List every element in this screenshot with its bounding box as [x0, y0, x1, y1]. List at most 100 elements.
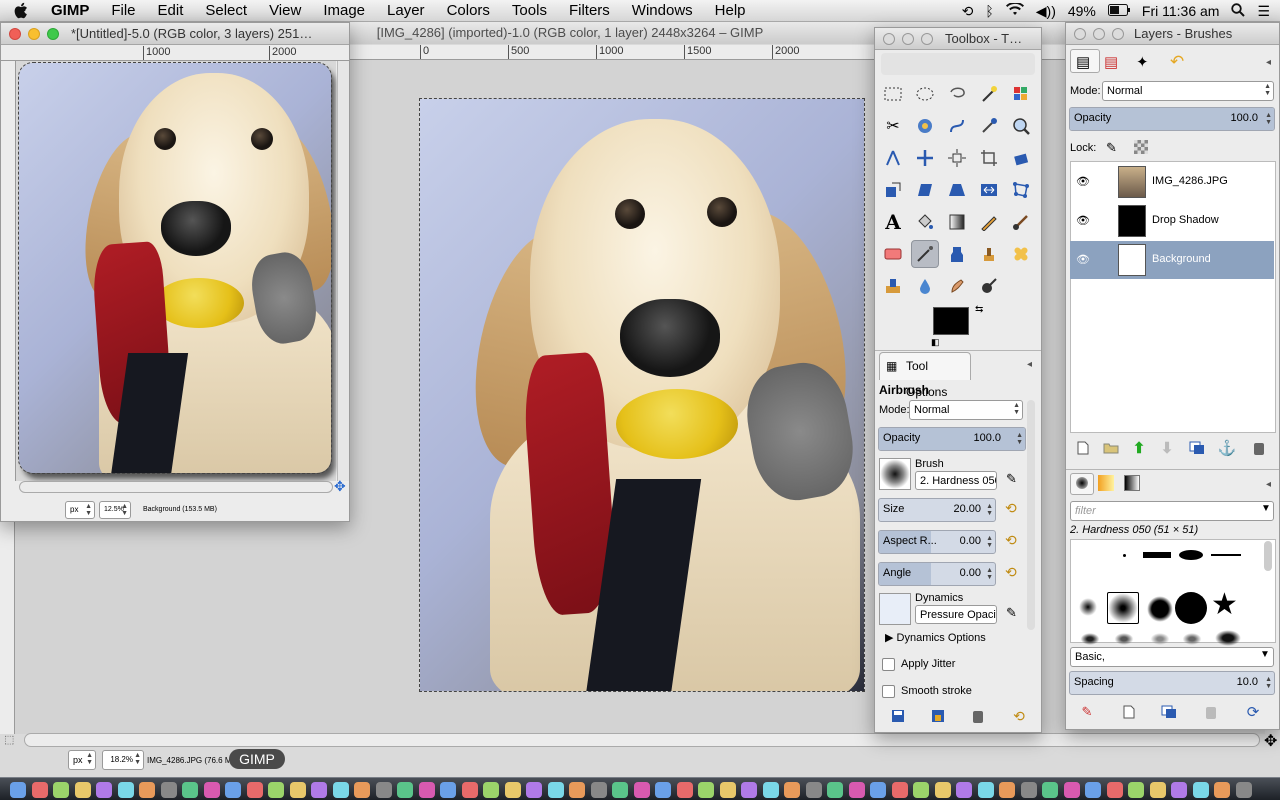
dock-app-icon[interactable] — [225, 782, 241, 798]
heal-icon[interactable] — [1007, 240, 1035, 268]
dock-app-icon[interactable] — [569, 782, 585, 798]
menu-view[interactable]: View — [258, 0, 312, 22]
delete-layer-icon[interactable] — [1248, 437, 1270, 459]
app-menu[interactable]: GIMP — [40, 0, 100, 22]
eraser-icon[interactable] — [879, 240, 907, 268]
brush-set-dropdown-icon[interactable]: ▼ — [1260, 649, 1270, 660]
bluetooth-icon[interactable]: ᛒ — [985, 3, 993, 19]
restore-options-icon[interactable] — [927, 705, 949, 727]
layer-row[interactable]: 👁 Drop Shadow — [1070, 202, 1274, 240]
minimize-button[interactable] — [902, 33, 914, 45]
new-layer-icon[interactable] — [1072, 437, 1094, 459]
dock-app-icon[interactable] — [182, 782, 198, 798]
shear-icon[interactable] — [911, 176, 939, 204]
menu-colors[interactable]: Colors — [436, 0, 501, 22]
edit-dynamics-icon[interactable]: ✎ — [1006, 605, 1017, 621]
foreground-select-icon[interactable] — [911, 112, 939, 140]
dock-app-icon[interactable] — [289, 782, 306, 798]
clock[interactable]: Fri 11:36 am — [1142, 3, 1220, 19]
dock-app-icon[interactable] — [268, 782, 284, 798]
dock-app-icon[interactable] — [53, 782, 69, 798]
dock-app-icon[interactable] — [203, 782, 220, 798]
ellipse-select-icon[interactable] — [911, 80, 939, 108]
dock-app-icon[interactable] — [1085, 782, 1101, 798]
reset-angle-icon[interactable]: ⟲ — [1005, 564, 1017, 581]
star-brush-icon[interactable]: ★ — [1211, 590, 1238, 620]
dock-app-icon[interactable] — [1171, 782, 1187, 798]
dock-app-icon[interactable] — [10, 782, 26, 798]
ink-icon[interactable] — [943, 240, 971, 268]
menu-filters[interactable]: Filters — [558, 0, 621, 22]
cage-transform-icon[interactable] — [1007, 176, 1035, 204]
battery-icon[interactable] — [1107, 3, 1130, 19]
delete-options-icon[interactable] — [967, 705, 989, 727]
color-picker-icon[interactable] — [975, 112, 1003, 140]
close-button[interactable] — [9, 28, 21, 40]
mode-select[interactable]: Normal ▲ ▼ — [909, 400, 1023, 420]
quick-mask-icon[interactable]: ⬚ — [4, 733, 14, 746]
untitled-horizontal-scrollbar[interactable] — [19, 481, 333, 493]
lasso-select-icon[interactable] — [943, 80, 971, 108]
apple-menu-icon[interactable] — [0, 0, 40, 22]
paintbrush-icon[interactable] — [1007, 208, 1035, 236]
perspective-clone-icon[interactable] — [879, 272, 907, 300]
dock-app-icon[interactable] — [1192, 782, 1209, 798]
reset-aspect-icon[interactable]: ⟲ — [1005, 532, 1017, 549]
duplicate-brush-icon[interactable] — [1158, 701, 1180, 723]
dock-app-icon[interactable] — [590, 782, 607, 798]
volume-icon[interactable]: ◀)) — [1036, 3, 1056, 20]
dock-app-icon[interactable] — [913, 782, 929, 798]
smooth-stroke-checkbox[interactable] — [882, 685, 895, 698]
dock-app-icon[interactable] — [784, 782, 800, 798]
menu-layer[interactable]: Layer — [376, 0, 436, 22]
spacing-slider[interactable]: Spacing 10.0 ▲ ▼ — [1069, 671, 1275, 695]
dock-app-icon[interactable] — [848, 782, 865, 798]
dock-app-icon[interactable] — [655, 782, 671, 798]
brush-filter-input[interactable]: filter — [1070, 501, 1274, 521]
visibility-eye-icon[interactable]: 👁 — [1076, 214, 1090, 227]
spotlight-icon[interactable] — [1231, 2, 1246, 20]
layers-mode-select[interactable]: Normal ▲ ▼ — [1102, 81, 1274, 101]
zoom-button[interactable] — [47, 28, 59, 40]
filter-dropdown-icon[interactable]: ▼ — [1261, 503, 1271, 514]
dock-app-icon[interactable] — [827, 782, 843, 798]
close-button[interactable] — [1074, 28, 1086, 40]
brush-preview[interactable] — [879, 458, 911, 490]
dock-app-icon[interactable] — [504, 782, 521, 798]
reset-size-icon[interactable]: ⟲ — [1005, 500, 1017, 517]
tab-tool-options[interactable]: ▦ Tool Options — [879, 352, 971, 399]
zoom-button[interactable] — [921, 33, 933, 45]
dock-app-icon[interactable] — [1020, 782, 1037, 798]
duplicate-layer-icon[interactable] — [1186, 437, 1208, 459]
dock-app-icon[interactable] — [870, 782, 886, 798]
minimize-button[interactable] — [1093, 28, 1105, 40]
dock-app-icon[interactable] — [246, 782, 263, 798]
edit-brush-icon[interactable]: ✎ — [1076, 701, 1098, 723]
dodge-burn-icon[interactable] — [975, 272, 1003, 300]
lock-pixels-icon[interactable]: ✎ — [1106, 140, 1117, 156]
new-layer-group-icon[interactable] — [1100, 437, 1122, 459]
untitled-horizontal-ruler[interactable]: 1000 2000 — [1, 46, 349, 61]
menu-file[interactable]: File — [100, 0, 146, 22]
brush-grid[interactable]: ★ — [1070, 539, 1276, 646]
lock-alpha-icon[interactable] — [1134, 140, 1148, 154]
dock-app-icon[interactable] — [719, 782, 736, 798]
opacity-slider[interactable]: Opacity 100.0 ▲ ▼ — [878, 427, 1026, 451]
dock-app-icon[interactable] — [96, 782, 112, 798]
notification-center-icon[interactable]: ☰ — [1257, 3, 1270, 20]
dock-app-icon[interactable] — [891, 782, 908, 798]
layer-row[interactable]: 👁 IMG_4286.JPG — [1070, 163, 1274, 201]
dock-app-icon[interactable] — [633, 782, 650, 798]
crop-icon[interactable] — [975, 144, 1003, 172]
dock-app-icon[interactable] — [117, 782, 134, 798]
dock-app-icon[interactable] — [999, 782, 1015, 798]
anchor-layer-icon[interactable]: ⚓ — [1216, 437, 1238, 459]
close-button[interactable] — [883, 33, 895, 45]
dock-app-icon[interactable] — [762, 782, 779, 798]
perspective-icon[interactable] — [943, 176, 971, 204]
apply-jitter-checkbox[interactable] — [882, 658, 895, 671]
edit-brush-icon[interactable]: ✎ — [1006, 471, 1017, 487]
dock-app-icon[interactable] — [805, 782, 822, 798]
rotate-icon[interactable] — [1007, 144, 1035, 172]
dock-app-icon[interactable] — [1106, 782, 1123, 798]
